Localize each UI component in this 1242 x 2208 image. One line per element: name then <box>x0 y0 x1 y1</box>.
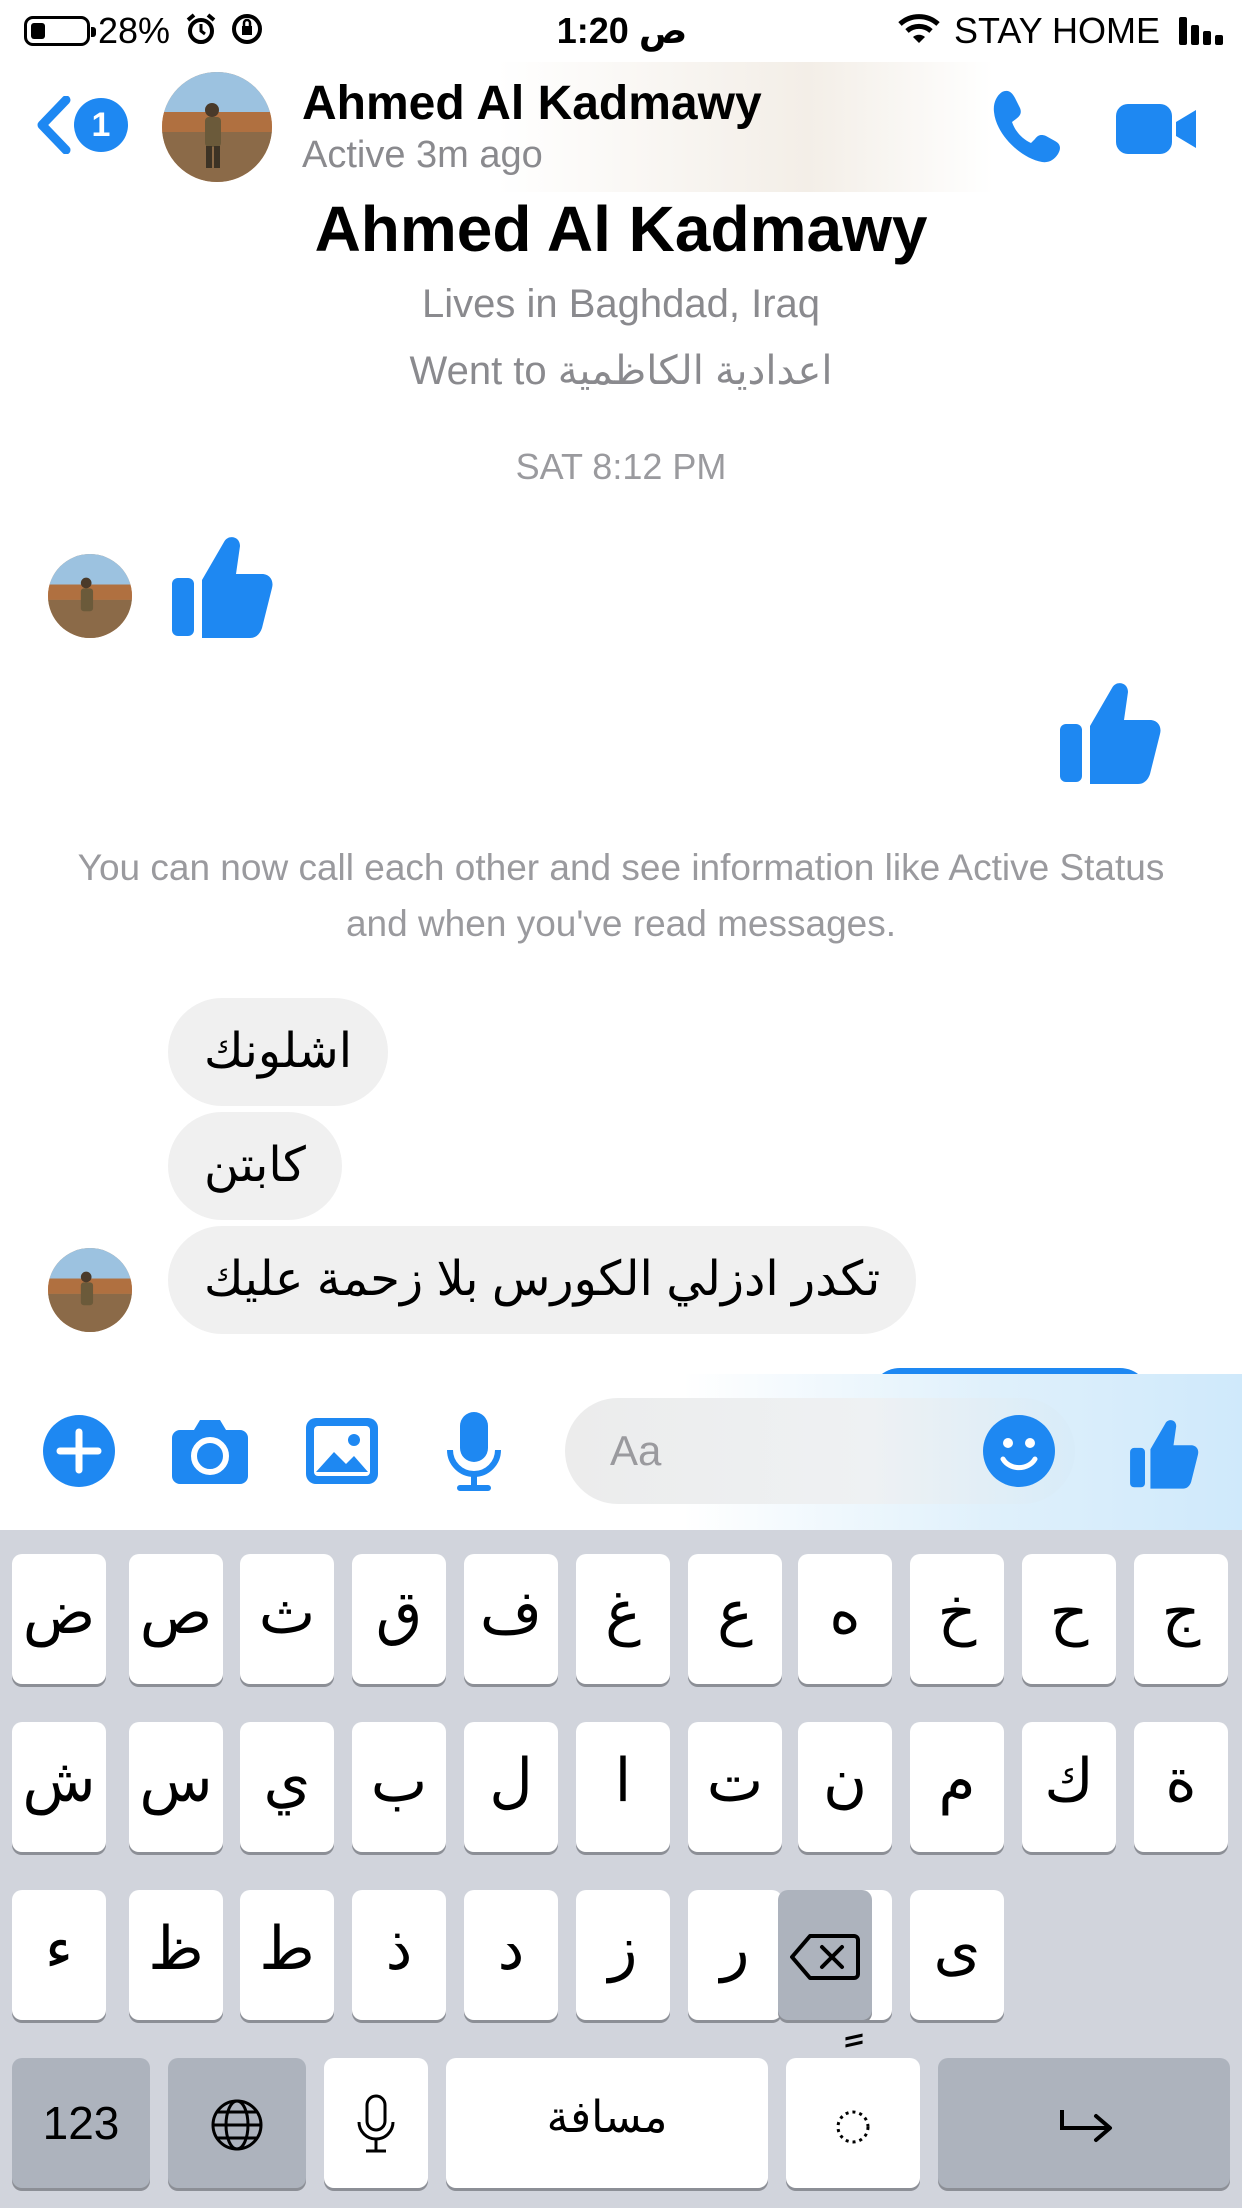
battery-percent: 28% <box>98 10 171 51</box>
battery-icon <box>24 16 96 46</box>
video-call-button[interactable] <box>1116 102 1198 156</box>
send-like-button[interactable] <box>1128 1414 1200 1495</box>
letter-key[interactable]: ذ <box>352 1890 446 2020</box>
alarm-icon <box>184 12 218 55</box>
globe-key[interactable] <box>168 2058 306 2188</box>
letter-key[interactable]: ت <box>688 1722 782 1852</box>
letter-key[interactable]: خ <box>910 1554 1004 1684</box>
microphone-icon <box>357 2094 395 2153</box>
dotted-circle-icon <box>836 2110 870 2144</box>
thumbs-up-icon <box>1060 683 1161 784</box>
return-key[interactable] <box>938 2058 1230 2188</box>
letter-key[interactable]: ش <box>12 1722 106 1852</box>
return-icon <box>1060 2110 1112 2142</box>
back-button[interactable]: 1 <box>34 90 134 160</box>
letter-key[interactable]: ق <box>352 1554 446 1684</box>
letter-key[interactable]: ي <box>240 1722 334 1852</box>
like-message-incoming[interactable] <box>170 528 274 645</box>
letter-key[interactable]: س <box>129 1722 223 1852</box>
orientation-lock-icon <box>230 12 264 55</box>
status-time: 1:20 ص <box>556 10 688 51</box>
letter-key[interactable]: ح <box>1022 1554 1116 1684</box>
camera-icon <box>172 1420 248 1484</box>
letter-key[interactable]: ء <box>12 1890 106 2020</box>
letter-key[interactable]: ى <box>910 1890 1004 2020</box>
profile-lives: Lives in Baghdad, Iraq <box>421 282 821 326</box>
message-bubble[interactable]: اشلونك <box>168 998 389 1106</box>
voice-call-button[interactable] <box>988 88 1060 164</box>
backspace-icon <box>790 1934 860 1980</box>
letter-key[interactable]: ا <box>576 1722 670 1852</box>
letter-key[interactable]: ف <box>464 1554 558 1684</box>
emoji-button[interactable] <box>983 1415 1055 1492</box>
letter-key[interactable]: ه <box>798 1554 892 1684</box>
carrier-label: STAY HOME <box>954 10 1161 51</box>
letter-key[interactable]: ر <box>688 1890 782 2020</box>
backspace-key[interactable] <box>778 1890 872 2020</box>
letter-key[interactable]: ك <box>1022 1722 1116 1852</box>
letter-key[interactable]: ج <box>1134 1554 1228 1684</box>
plus-icon <box>43 1415 115 1487</box>
sender-avatar[interactable] <box>48 554 132 638</box>
numbers-key[interactable]: 123 <box>12 2058 150 2188</box>
space-key[interactable]: مسافة <box>446 2058 768 2188</box>
conversation-header: 1 Ahmed Al Kadmawy Active 3m ago <box>0 62 1242 192</box>
gallery-button[interactable] <box>306 1418 378 1489</box>
phone-icon <box>993 90 1060 163</box>
message-bubble[interactable]: تكدر ادزلي الكورس بلا زحمة عليك <box>168 1226 917 1334</box>
avatar[interactable] <box>162 72 272 182</box>
composer-bar: Aa <box>0 1374 1242 1530</box>
letter-key[interactable]: ب <box>352 1722 446 1852</box>
active-status: Active 3m ago <box>302 134 543 176</box>
profile-education: Went to اعدادية الكاظمية <box>409 349 833 393</box>
letter-key[interactable]: ض <box>12 1554 106 1684</box>
sender-avatar[interactable] <box>48 1248 132 1332</box>
image-icon <box>306 1418 378 1484</box>
microphone-icon <box>447 1412 501 1491</box>
globe-icon <box>211 2099 263 2151</box>
camera-button[interactable] <box>172 1418 248 1489</box>
message-input[interactable]: Aa <box>565 1398 1075 1504</box>
message-timestamp: SAT 8:12 PM <box>515 446 727 487</box>
letter-key[interactable]: ع <box>688 1554 782 1684</box>
voice-record-button[interactable] <box>446 1412 502 1497</box>
message-bubble[interactable]: كابتن <box>168 1112 342 1220</box>
wifi-icon <box>898 12 940 54</box>
dictation-key[interactable] <box>324 2058 428 2188</box>
letter-key[interactable]: ص <box>129 1554 223 1684</box>
letter-key[interactable]: ط <box>240 1890 334 2020</box>
profile-name: Ahmed Al Kadmawy <box>314 193 928 265</box>
letter-key[interactable]: ث <box>240 1554 334 1684</box>
letter-key[interactable]: د <box>464 1890 558 2020</box>
smiley-icon <box>983 1415 1055 1487</box>
letter-key[interactable]: ة <box>1134 1722 1228 1852</box>
more-actions-button[interactable] <box>42 1414 116 1493</box>
letter-key[interactable]: ظ <box>129 1890 223 2020</box>
letter-key[interactable]: ل <box>464 1722 558 1852</box>
system-message: You can now call each other and see info… <box>77 847 1165 944</box>
thumbs-up-icon <box>172 537 273 638</box>
status-bar: 28% 1:20 ص STAY HOME <box>0 0 1242 62</box>
signal-icon <box>1178 14 1224 56</box>
letter-key[interactable]: م <box>910 1722 1004 1852</box>
like-message-outgoing[interactable] <box>1058 674 1162 791</box>
thumbs-up-icon <box>1130 1420 1199 1489</box>
letter-key[interactable]: ز <box>576 1890 670 2020</box>
chevron-left-icon <box>37 96 71 154</box>
unread-badge: 1 <box>74 98 128 152</box>
message-input-placeholder: Aa <box>610 1427 662 1474</box>
diacritic-key[interactable]: ً <box>786 2058 920 2188</box>
letter-key[interactable]: ن <box>798 1722 892 1852</box>
contact-name[interactable]: Ahmed Al Kadmawy <box>302 76 762 131</box>
video-camera-icon <box>1116 104 1196 154</box>
letter-key[interactable]: غ <box>576 1554 670 1684</box>
arabic-keyboard: ضصثقفغعهخحج شسيبلاتنمكة ءظطذدزروى 123 مس… <box>0 1530 1242 2208</box>
